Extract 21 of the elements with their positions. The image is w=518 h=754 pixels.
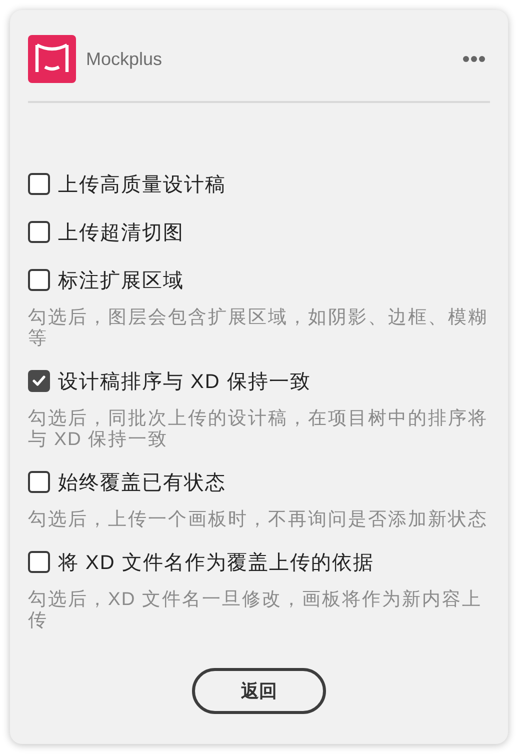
app-name: Mockplus [86, 48, 164, 70]
option-label: 将 XD 文件名作为覆盖上传的依据 [58, 550, 374, 576]
option-description: 勾选后，上传一个画板时，不再询问是否添加新状态 [28, 508, 489, 529]
option-label: 始终覆盖已有状态 [58, 470, 226, 496]
checkbox[interactable] [28, 269, 50, 291]
checkbox[interactable] [28, 370, 50, 392]
option-label: 标注扩展区域 [58, 268, 184, 294]
logo-icon [28, 35, 76, 83]
checkbox[interactable] [28, 471, 50, 493]
more-icon[interactable] [462, 55, 486, 63]
checkbox[interactable] [28, 173, 50, 195]
option-description: 勾选后，XD 文件名一旦修改，画板将作为新内容上传 [28, 588, 483, 630]
check-icon [32, 375, 46, 387]
option-label: 上传超清切图 [58, 220, 184, 246]
option-description: 勾选后，图层会包含扩展区域，如阴影、边框、模糊等 [28, 306, 489, 348]
checkbox[interactable] [28, 551, 50, 573]
option-label: 设计稿排序与 XD 保持一致 [58, 370, 311, 394]
option-label: 上传高质量设计稿 [58, 172, 226, 198]
option-description: 勾选后，同批次上传的设计稿，在项目树中的排序将与 XD 保持一致 [28, 407, 489, 449]
back-button[interactable]: 返回 [192, 668, 326, 714]
checkbox[interactable] [28, 221, 50, 243]
